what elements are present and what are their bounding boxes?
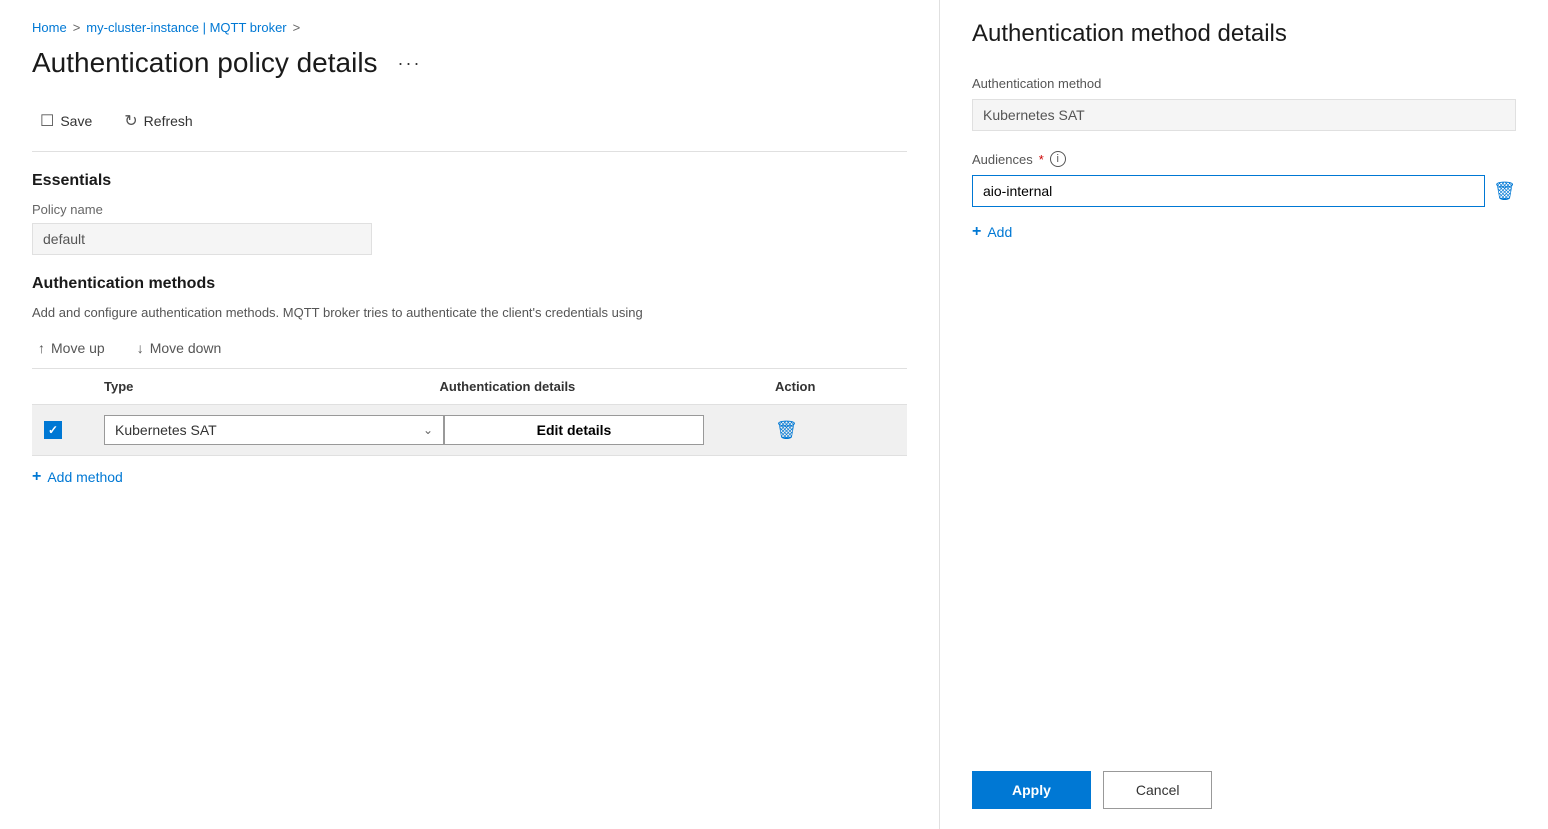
breadcrumb-sep2: > xyxy=(293,20,301,35)
cancel-button[interactable]: Cancel xyxy=(1103,771,1213,809)
refresh-icon: ↻ xyxy=(124,111,137,131)
audience-input-row: 🗑 xyxy=(972,175,1516,207)
page-title: Authentication policy details xyxy=(32,47,378,79)
move-toolbar: ↑ Move up ↓ Move down xyxy=(32,336,907,360)
type-dropdown[interactable]: Kubernetes SAT ⌄ xyxy=(104,415,444,445)
right-panel: Authentication method details Authentica… xyxy=(940,0,1548,829)
audiences-label-container: Audiences * i xyxy=(972,151,1516,167)
left-panel: Home > my-cluster-instance | MQTT broker… xyxy=(0,0,940,829)
save-icon: ☐ xyxy=(40,111,54,131)
row-action: 🗑 xyxy=(775,420,895,441)
breadcrumb-sep1: > xyxy=(73,20,81,35)
add-method-button[interactable]: + Add method xyxy=(32,456,123,498)
auth-method-value: Kubernetes SAT xyxy=(972,99,1516,131)
toolbar: ☐ Save ↻ Refresh xyxy=(32,99,907,143)
move-down-button[interactable]: ↓ Move down xyxy=(131,336,228,360)
table-row: Kubernetes SAT ⌄ Edit details 🗑 xyxy=(32,404,907,456)
auth-methods-title: Authentication methods xyxy=(32,275,907,293)
toolbar-divider xyxy=(32,151,907,152)
col-checkbox-header xyxy=(44,379,104,394)
bottom-actions: Apply Cancel xyxy=(972,751,1516,809)
table-header: Type Authentication details Action xyxy=(32,369,907,404)
breadcrumb-cluster[interactable]: my-cluster-instance | MQTT broker xyxy=(86,20,286,35)
essentials-title: Essentials xyxy=(32,172,907,190)
right-panel-title: Authentication method details xyxy=(972,20,1516,48)
row-checkbox[interactable] xyxy=(44,421,104,439)
move-up-label: Move up xyxy=(51,340,105,356)
auth-methods-desc: Add and configure authentication methods… xyxy=(32,305,892,320)
auth-method-label: Authentication method xyxy=(972,76,1516,91)
audiences-info-icon: i xyxy=(1050,151,1066,167)
breadcrumb-home[interactable]: Home xyxy=(32,20,67,35)
ellipsis-button[interactable]: ··· xyxy=(390,49,430,78)
add-audience-button[interactable]: + Add xyxy=(972,219,1516,245)
edit-details-button[interactable]: Edit details xyxy=(444,415,704,445)
move-down-icon: ↓ xyxy=(137,340,144,356)
add-audience-plus-icon: + xyxy=(972,223,981,241)
col-type-header: Type xyxy=(104,379,440,394)
col-action-header: Action xyxy=(775,379,895,394)
refresh-button[interactable]: ↻ Refresh xyxy=(116,107,200,135)
refresh-label: Refresh xyxy=(144,113,193,129)
audiences-required-star: * xyxy=(1039,152,1044,167)
col-auth-details-header: Authentication details xyxy=(440,379,776,394)
move-up-button[interactable]: ↑ Move up xyxy=(32,336,111,360)
chevron-down-icon: ⌄ xyxy=(423,423,433,437)
type-dropdown-value: Kubernetes SAT xyxy=(115,422,217,438)
page-title-container: Authentication policy details ··· xyxy=(32,47,907,79)
add-audience-label: Add xyxy=(987,224,1012,240)
checkbox-checked[interactable] xyxy=(44,421,62,439)
audiences-label-text: Audiences xyxy=(972,152,1033,167)
row-auth-details: Edit details xyxy=(444,415,775,445)
plus-icon: + xyxy=(32,468,41,486)
policy-name-label: Policy name xyxy=(32,202,907,217)
save-button[interactable]: ☐ Save xyxy=(32,107,100,135)
audience-input[interactable] xyxy=(972,175,1485,207)
audience-delete-icon[interactable]: 🗑 xyxy=(1493,181,1516,202)
row-type: Kubernetes SAT ⌄ xyxy=(104,415,444,445)
policy-name-value: default xyxy=(32,223,372,255)
save-label: Save xyxy=(60,113,92,129)
move-down-label: Move down xyxy=(150,340,222,356)
move-up-icon: ↑ xyxy=(38,340,45,356)
delete-row-icon[interactable]: 🗑 xyxy=(775,420,798,440)
add-method-label: Add method xyxy=(47,469,123,485)
apply-button[interactable]: Apply xyxy=(972,771,1091,809)
breadcrumb: Home > my-cluster-instance | MQTT broker… xyxy=(32,20,907,35)
